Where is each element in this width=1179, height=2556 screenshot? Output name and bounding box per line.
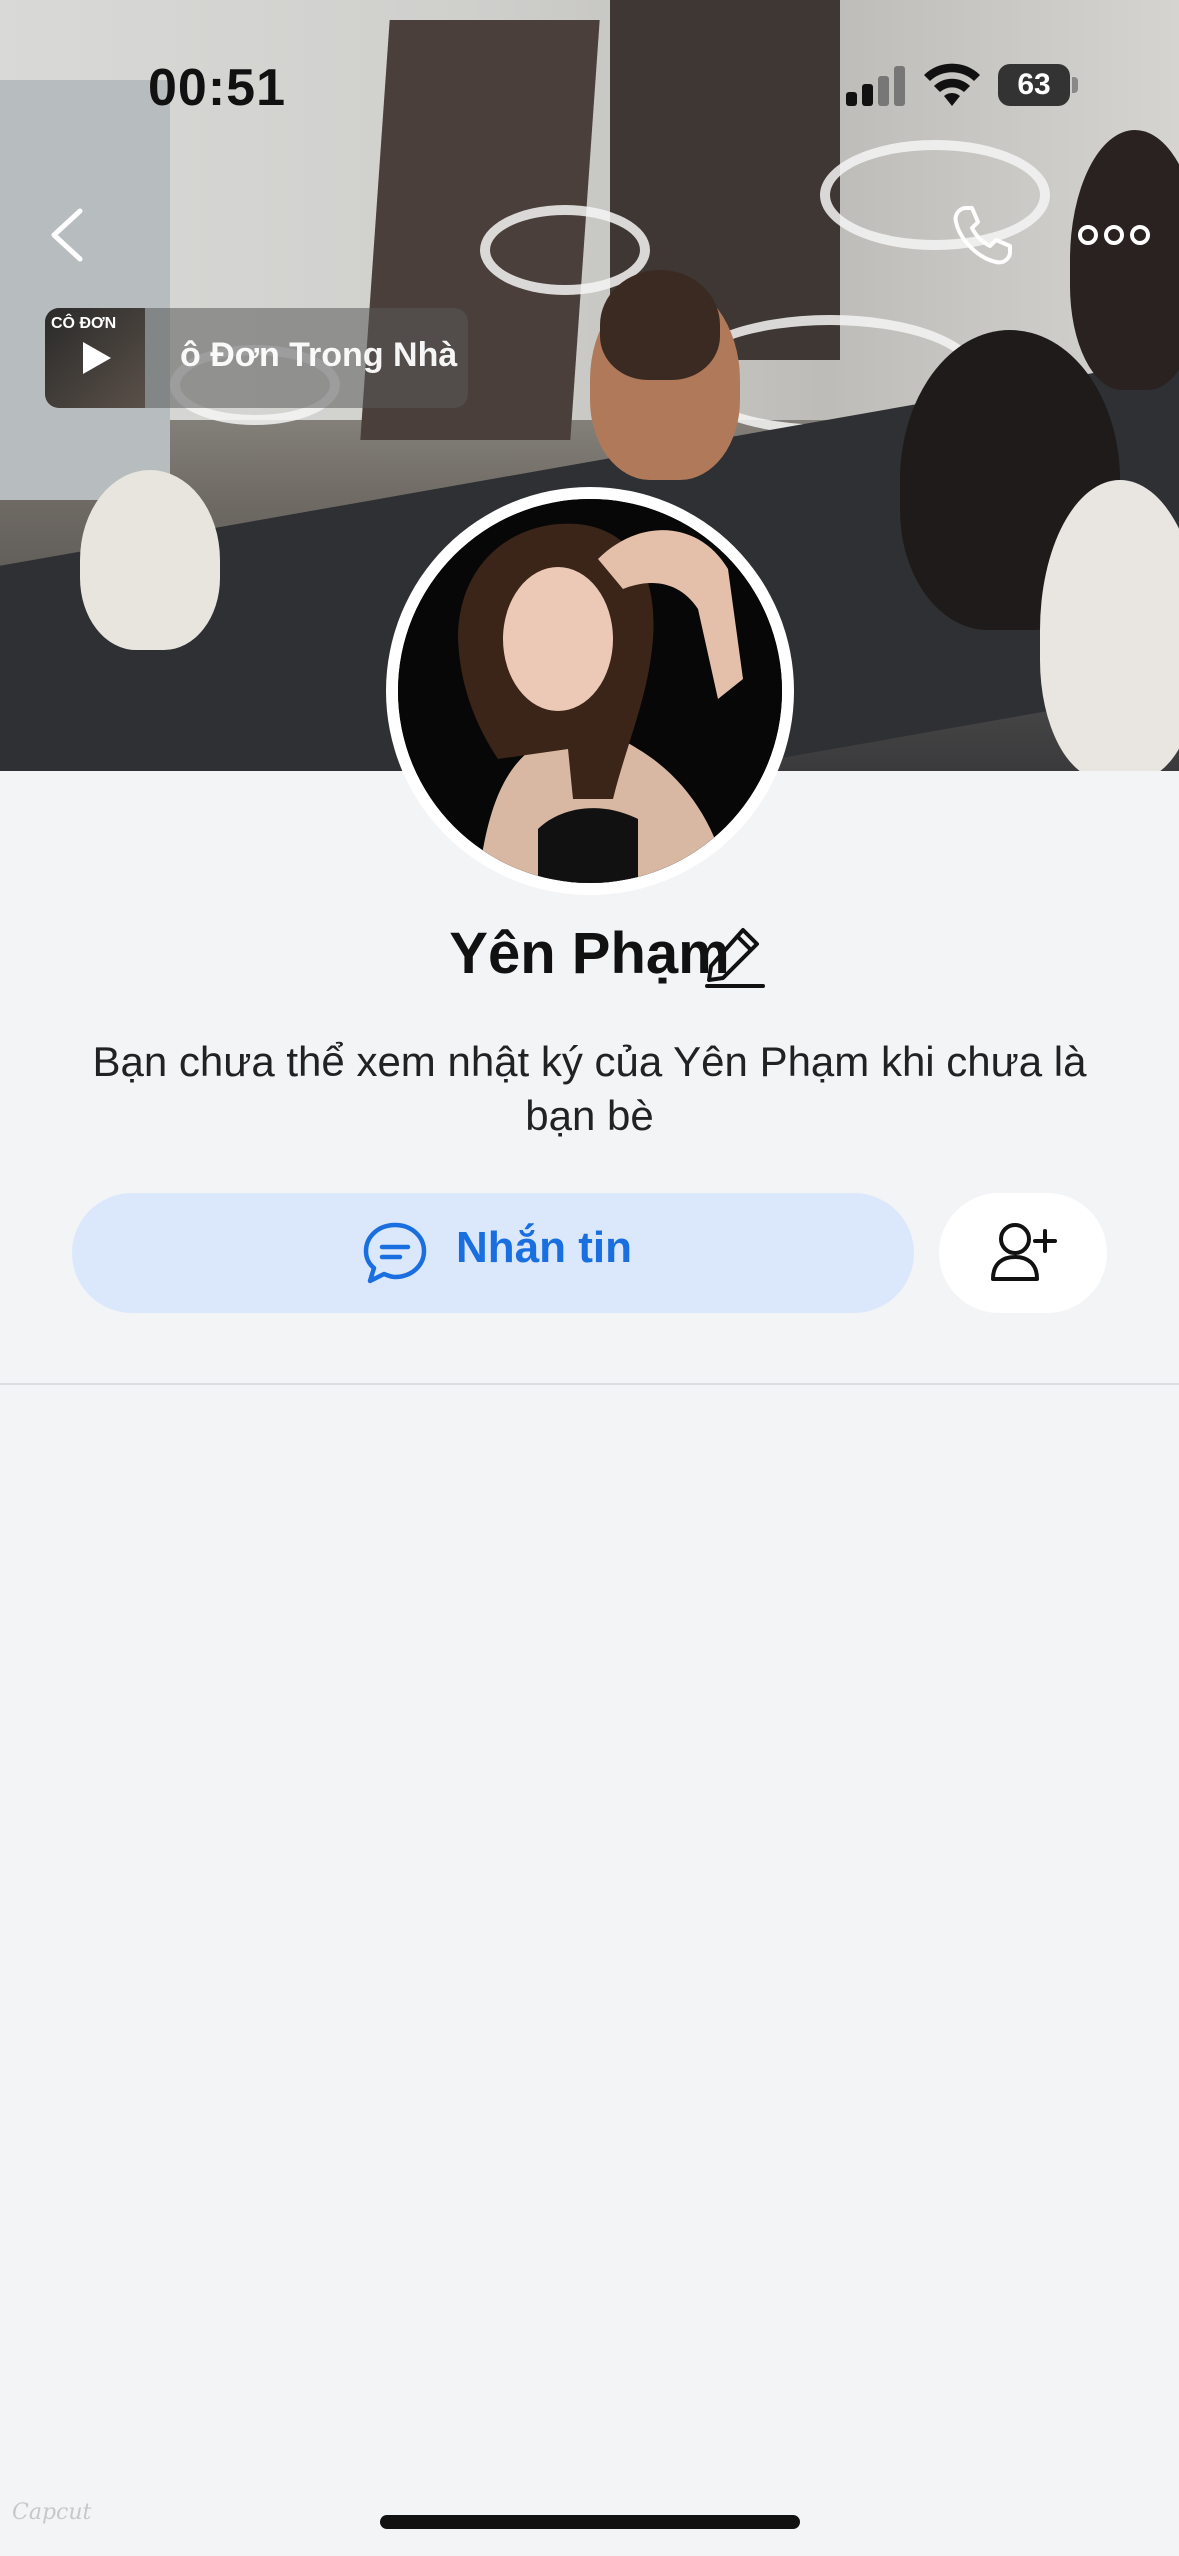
profile-name: Yên Phạm [449, 921, 730, 986]
chat-bubble-icon [363, 1222, 427, 1284]
cover-person [80, 470, 220, 650]
profile-name-row: Yên Phạm [0, 920, 1179, 987]
wifi-icon [924, 63, 980, 106]
message-button[interactable]: Nhắn tin [72, 1193, 914, 1313]
battery-icon: 63 [998, 64, 1070, 106]
watermark: Capcut [12, 2500, 92, 2525]
cover-window [0, 80, 170, 500]
pencil-icon[interactable] [705, 924, 765, 988]
profile-music-player[interactable]: CÔ ĐƠN ô Đơn Trong Nhà [45, 308, 468, 408]
music-title: ô Đơn Trong Nhà [180, 336, 458, 374]
status-time: 00:51 [148, 59, 286, 117]
chevron-left-icon[interactable] [40, 205, 96, 265]
add-friend-button[interactable] [939, 1193, 1107, 1313]
music-thumbnail-text: CÔ ĐƠN [51, 315, 117, 332]
more-dots-icon[interactable] [1078, 220, 1150, 250]
avatar[interactable] [386, 487, 794, 895]
battery-cap [1072, 77, 1078, 93]
message-button-label: Nhắn tin [456, 1223, 632, 1272]
status-bar: 00:51 63 [0, 0, 1179, 140]
friend-required-notice: Bạn chưa thể xem nhật ký của Yên Phạm kh… [92, 1038, 1087, 1139]
avatar-photo [398, 499, 782, 883]
avatar-portrait [398, 499, 782, 883]
home-indicator[interactable] [380, 2515, 800, 2529]
cover-person [600, 270, 720, 380]
section-divider [0, 1383, 1179, 1385]
phone-icon[interactable] [948, 200, 1018, 270]
add-user-icon [991, 1223, 1057, 1281]
music-thumbnail: CÔ ĐƠN [45, 308, 145, 408]
cellular-signal-icon [846, 66, 908, 106]
play-icon[interactable] [75, 338, 115, 378]
